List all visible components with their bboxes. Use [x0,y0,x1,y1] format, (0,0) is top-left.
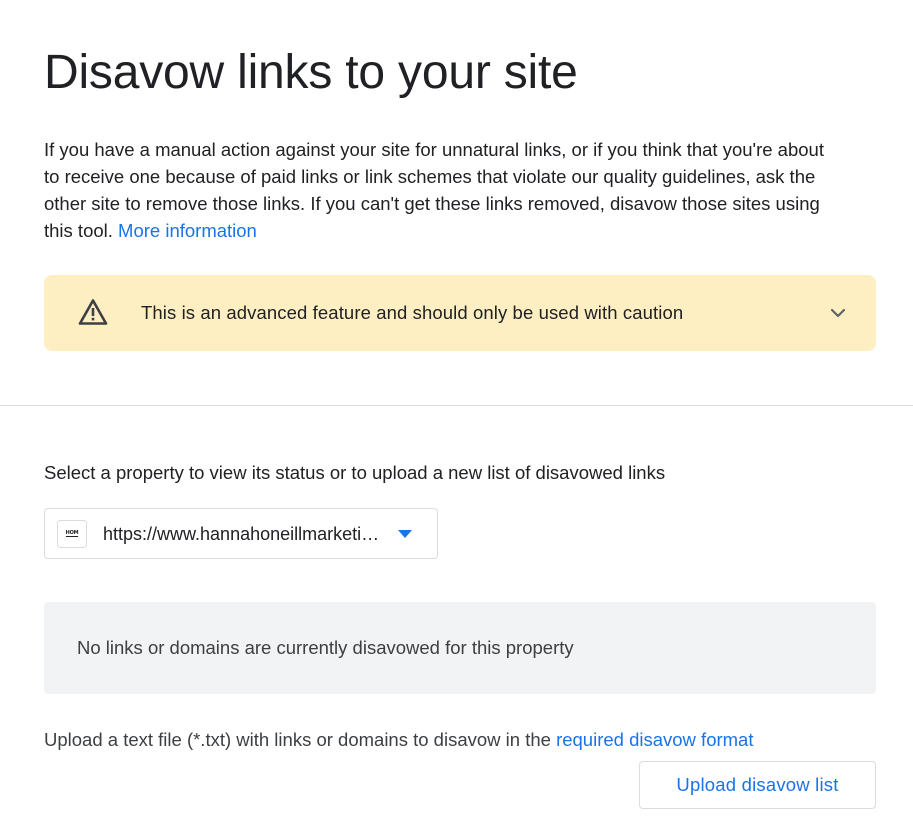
property-dropdown[interactable]: HOM https://www.hannahoneillmarketing.co… [44,508,438,559]
triangle-down-icon [398,530,412,538]
status-message: No links or domains are currently disavo… [77,637,574,658]
property-select-label: Select a property to view its status or … [44,462,666,483]
favicon-logo-mark: HOM [65,530,79,537]
more-information-link[interactable]: More information [118,220,257,241]
upload-instructions-text: Upload a text file (*.txt) with links or… [44,729,551,750]
upload-disavow-list-button[interactable]: Upload disavow list [639,761,876,809]
caution-banner[interactable]: This is an advanced feature and should o… [44,275,876,351]
selected-property-url: https://www.hannahoneillmarketing.com/ [103,524,389,544]
page-title: Disavow links to your site [44,46,578,99]
intro-paragraph: If you have a manual action against your… [44,136,844,244]
section-divider [0,405,913,406]
property-favicon: HOM [57,520,87,548]
upload-instructions: Upload a text file (*.txt) with links or… [44,727,753,753]
chevron-down-icon[interactable] [828,303,848,323]
caution-text: This is an advanced feature and should o… [141,302,684,323]
warning-triangle-icon [78,299,108,325]
disavow-status-panel: No links or domains are currently disavo… [44,602,876,694]
disavow-format-link[interactable]: required disavow format [556,729,753,750]
